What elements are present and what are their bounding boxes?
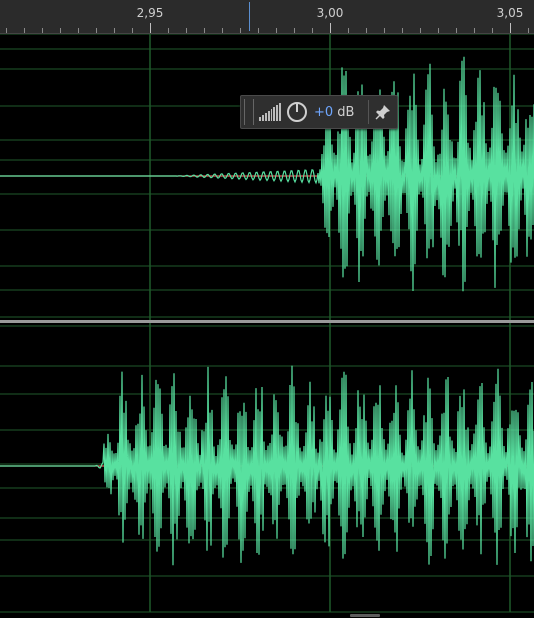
gain-readout[interactable]: +0 dB (314, 105, 354, 120)
ruler-minor-tick (240, 28, 241, 33)
ruler-minor-tick (366, 28, 367, 33)
gain-knob-icon[interactable] (286, 101, 308, 123)
waveform-view[interactable]: +0 dB (0, 34, 534, 618)
ruler-minor-tick (348, 28, 349, 33)
grip-icon[interactable] (244, 99, 254, 125)
ruler-minor-tick (276, 28, 277, 33)
ruler-minor-tick (384, 28, 385, 33)
ruler-minor-tick (492, 28, 493, 33)
gain-value: +0 (314, 104, 334, 120)
ruler-minor-tick (168, 28, 169, 33)
waveform-channel-bottom (0, 365, 534, 566)
ruler-major-tick (150, 23, 151, 33)
ruler-minor-tick (294, 28, 295, 33)
playhead-marker[interactable] (249, 2, 250, 31)
pin-icon[interactable] (375, 104, 391, 120)
ruler-label-3-00: 3,00 (316, 6, 344, 20)
ruler-minor-tick (96, 28, 97, 33)
ruler-minor-tick (42, 28, 43, 33)
ruler-minor-tick (312, 28, 313, 33)
ruler-minor-tick (6, 28, 7, 33)
ruler-minor-tick (456, 28, 457, 33)
ruler-minor-tick (60, 28, 61, 33)
horizontal-scroll-thumb[interactable] (350, 614, 380, 617)
heads-up-display: +0 dB (240, 95, 398, 129)
ruler-minor-tick (438, 28, 439, 33)
ruler-minor-tick (114, 28, 115, 33)
gain-unit: dB (333, 104, 355, 120)
ruler-minor-tick (258, 28, 259, 33)
ruler-label-3-05: 3,05 (496, 6, 524, 20)
ruler-minor-tick (420, 28, 421, 33)
ruler-major-tick (330, 23, 331, 33)
ruler-minor-tick (78, 28, 79, 33)
waveform-channel-top (0, 56, 534, 292)
ruler-minor-tick (204, 28, 205, 33)
ruler-major-tick (510, 23, 511, 33)
ruler-minor-tick (474, 28, 475, 33)
ruler-label-2-95: 2,95 (136, 6, 164, 20)
ruler-minor-tick (528, 28, 529, 33)
channel-divider (0, 320, 534, 323)
ruler-minor-tick (222, 28, 223, 33)
ruler-minor-tick (132, 28, 133, 33)
time-ruler[interactable]: 2,95 3,00 3,05 (0, 0, 534, 34)
volume-icon (259, 103, 281, 121)
ruler-minor-tick (402, 28, 403, 33)
ruler-minor-tick (24, 28, 25, 33)
hud-separator (368, 100, 369, 124)
ruler-minor-tick (186, 28, 187, 33)
